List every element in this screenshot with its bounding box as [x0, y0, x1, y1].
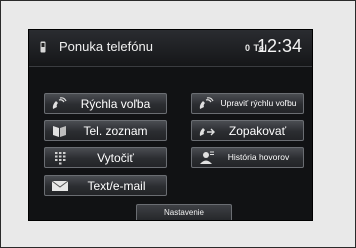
dial-label: Vytočiť — [97, 150, 134, 165]
envelope-icon — [51, 180, 69, 191]
speed-dial-button[interactable]: Rýchla voľba — [44, 93, 167, 114]
phonebook-button[interactable]: Tel. zoznam — [44, 120, 167, 141]
clock: 12:34 — [256, 36, 302, 56]
phonebook-label: Tel. zoznam — [83, 123, 148, 138]
call-history-icon — [200, 151, 214, 164]
dial-button[interactable]: Vytočiť — [44, 147, 167, 168]
page-title: Ponuka telefónu — [59, 39, 153, 54]
keypad-icon — [55, 152, 66, 165]
phonebook-icon — [53, 126, 66, 137]
call-history-button[interactable]: História hovorov — [191, 147, 304, 168]
redial-button[interactable]: Zopakovať — [191, 120, 304, 141]
speed-dial-label: Rýchla voľba — [80, 96, 151, 111]
edit-speed-dial-label: Upraviť rýchlu voľbu — [220, 98, 297, 108]
edit-speed-dial-button[interactable]: Upraviť rýchlu voľbu — [191, 93, 304, 114]
text-email-button[interactable]: Text/e-mail — [44, 175, 167, 196]
edit-speed-dial-icon — [199, 97, 214, 109]
phone-menu-screen: Ponuka telefónu 0 Tel 12:34 Rýchla voľba… — [28, 29, 313, 221]
call-history-label: História hovorov — [227, 152, 290, 162]
mobile-phone-icon — [40, 41, 46, 53]
text-email-label: Text/e-mail — [87, 178, 146, 193]
redial-icon — [199, 128, 215, 136]
screen-frame: Ponuka telefónu 0 Tel 12:34 Rýchla voľba… — [0, 0, 356, 248]
settings-button[interactable]: Nastavenie — [136, 204, 232, 220]
handset-speed-icon — [52, 97, 67, 109]
redial-label: Zopakovať — [228, 123, 287, 138]
header-bar: Ponuka telefónu 0 Tel 12:34 — [29, 30, 312, 67]
